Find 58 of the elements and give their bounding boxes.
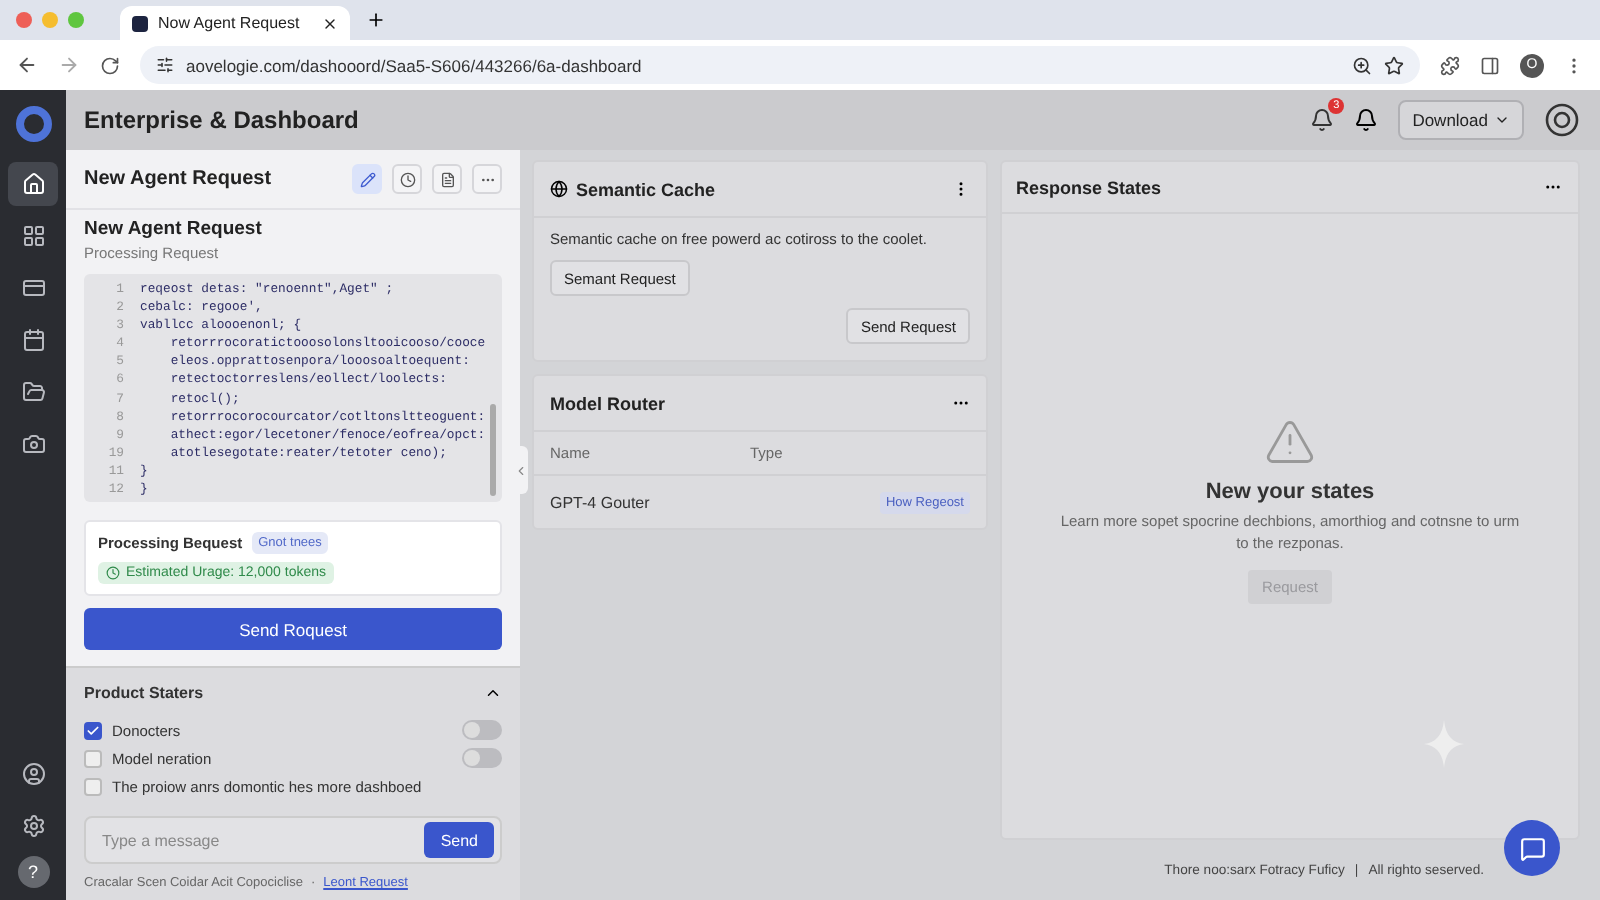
- send-button[interactable]: Send: [424, 822, 494, 858]
- clock-icon: [106, 566, 120, 580]
- reload-icon[interactable]: [100, 55, 120, 75]
- code-editor[interactable]: [84, 274, 502, 502]
- favicon-icon: [132, 15, 148, 31]
- toggle-switch[interactable]: [462, 720, 502, 740]
- warning-icon: [1264, 416, 1316, 468]
- checkbox[interactable]: [84, 749, 102, 767]
- globe-icon: [550, 180, 568, 198]
- card-icon: [21, 276, 45, 300]
- address-bar[interactable]: aovelogie.com/dashooord/Saa5-S606/443266/6a-dashboard: [140, 46, 1420, 84]
- send-request-button[interactable]: Send Roquest: [84, 608, 502, 650]
- checkbox[interactable]: [84, 721, 102, 739]
- help-button[interactable]: ?: [17, 856, 49, 888]
- close-dot[interactable]: [16, 12, 32, 28]
- clock-icon: [399, 171, 415, 187]
- bell-icon[interactable]: [1354, 108, 1379, 132]
- folder-icon: [21, 380, 45, 404]
- grid-icon: [21, 224, 45, 248]
- card-title: Response States: [1016, 177, 1164, 197]
- nav-button[interactable]: [8, 162, 58, 206]
- settings-icon: [21, 814, 45, 838]
- card-title: Model Router: [550, 393, 667, 413]
- card-title: Semantic Cache: [576, 179, 718, 199]
- maximize-dot[interactable]: [68, 12, 84, 28]
- home-icon: [21, 172, 45, 196]
- chat-button[interactable]: [1504, 820, 1560, 876]
- logo-icon: [1544, 102, 1580, 138]
- pencil-button[interactable]: [352, 164, 382, 194]
- document-button[interactable]: [432, 164, 462, 194]
- extensions-icon[interactable]: [1440, 55, 1460, 75]
- notifications-icon[interactable]: [1310, 108, 1335, 132]
- download-button[interactable]: Download: [1398, 100, 1524, 140]
- user-icon: [21, 762, 45, 786]
- calendar-icon: [21, 328, 45, 352]
- browser-tab[interactable]: Now Agent Request: [120, 6, 350, 40]
- caret-icon: [1494, 112, 1510, 128]
- back-icon[interactable]: [16, 54, 38, 76]
- new-tab-icon[interactable]: [366, 10, 386, 30]
- message-field[interactable]: Type a message Send: [84, 816, 502, 864]
- toggle-switch[interactable]: [462, 748, 502, 768]
- app-title: Enterprise & Dashboard: [84, 106, 361, 134]
- chat-icon: [1519, 835, 1545, 861]
- form-title: New Agent Request: [84, 218, 264, 240]
- table-cell: GPT-4 Gouter: [550, 493, 650, 511]
- side-panel-icon[interactable]: [1480, 55, 1500, 75]
- checkbox[interactable]: [84, 777, 102, 795]
- logo-icon: [15, 106, 51, 142]
- section-title: Product Staters: [84, 683, 204, 701]
- clock-button[interactable]: [392, 164, 422, 194]
- panel-title: New Agent Request: [84, 168, 274, 190]
- minimize-dot[interactable]: [42, 12, 58, 28]
- empty-title: New your states: [1205, 480, 1375, 504]
- pencil-icon: [359, 171, 375, 187]
- close-icon[interactable]: [322, 15, 338, 31]
- collapse-handle[interactable]: [512, 446, 528, 494]
- document-icon: [439, 171, 455, 187]
- camera-icon: [21, 432, 45, 456]
